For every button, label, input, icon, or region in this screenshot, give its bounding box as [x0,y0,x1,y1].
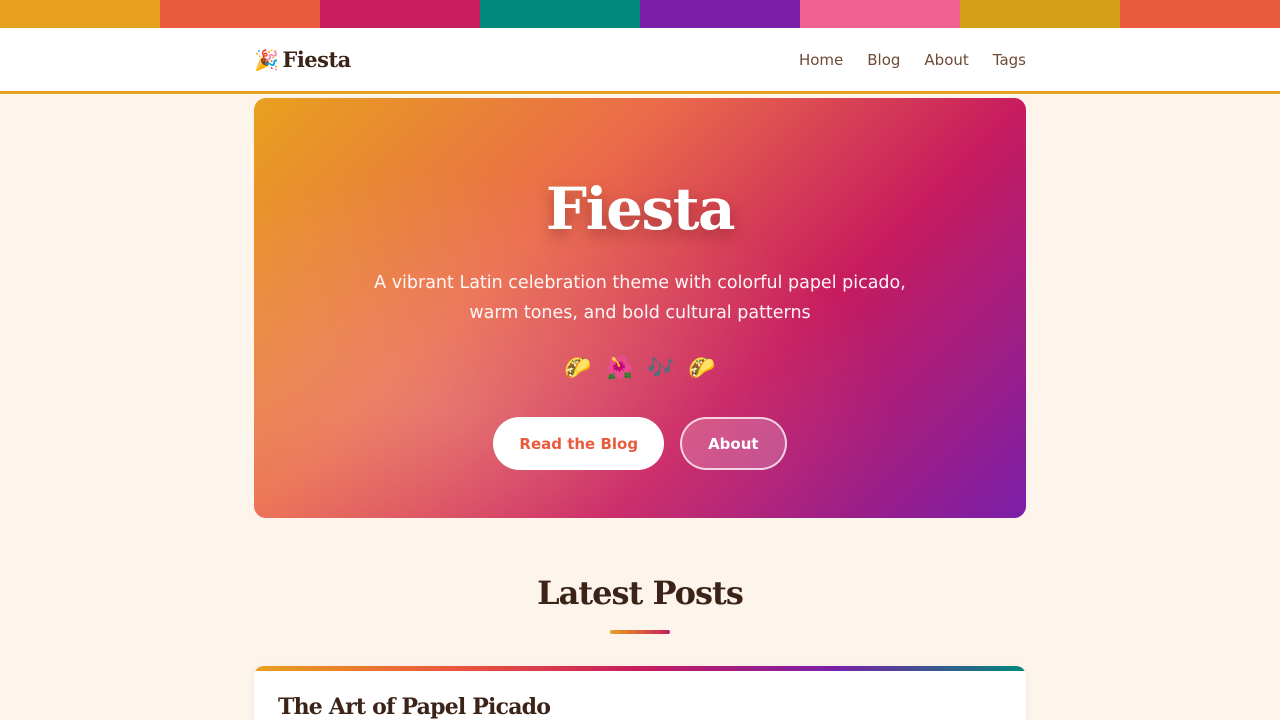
party-popper-icon: 🎉 [254,47,279,72]
site-logo[interactable]: 🎉 Fiesta [254,47,351,72]
taco-icon: 🌮 [688,356,716,381]
music-notes-icon: 🎶 [647,356,675,381]
stripe-segment [960,0,1120,28]
hibiscus-icon: 🌺 [605,356,633,381]
stripe-segment [0,0,160,28]
read-blog-button[interactable]: Read the Blog [493,417,665,470]
nav-link-blog[interactable]: Blog [867,51,900,69]
main-nav: Home Blog About Tags [799,51,1026,69]
hero-banner: Fiesta A vibrant Latin celebration theme… [254,98,1026,518]
post-card[interactable]: The Art of Papel Picado [254,666,1026,720]
post-card-accent-bar [254,666,1026,671]
hero-emoji-row: 🌮 🌺 🎶 🌮 [254,354,1026,384]
hero-buttons: Read the Blog About [254,417,1026,470]
papel-picado-stripe [0,0,1280,28]
latest-posts-heading: Latest Posts [537,574,744,612]
header-inner: 🎉 Fiesta Home Blog About Tags [254,28,1026,91]
nav-link-home[interactable]: Home [799,51,843,69]
stripe-segment [320,0,480,28]
stripe-segment [1120,0,1280,28]
logo-text: Fiesta [282,47,351,72]
nav-link-about[interactable]: About [924,51,968,69]
heading-underline [610,630,670,634]
stripe-segment [480,0,640,28]
hero-subtitle: A vibrant Latin celebration theme with c… [374,273,906,323]
nav-link-tags[interactable]: Tags [993,51,1026,69]
site-header: 🎉 Fiesta Home Blog About Tags [0,28,1280,94]
taco-icon: 🌮 [564,356,592,381]
stripe-segment [160,0,320,28]
stripe-segment [800,0,960,28]
post-title-link[interactable]: The Art of Papel Picado [278,694,551,720]
about-button[interactable]: About [680,417,787,470]
hero-title: Fiesta [545,175,736,243]
stripe-segment [640,0,800,28]
